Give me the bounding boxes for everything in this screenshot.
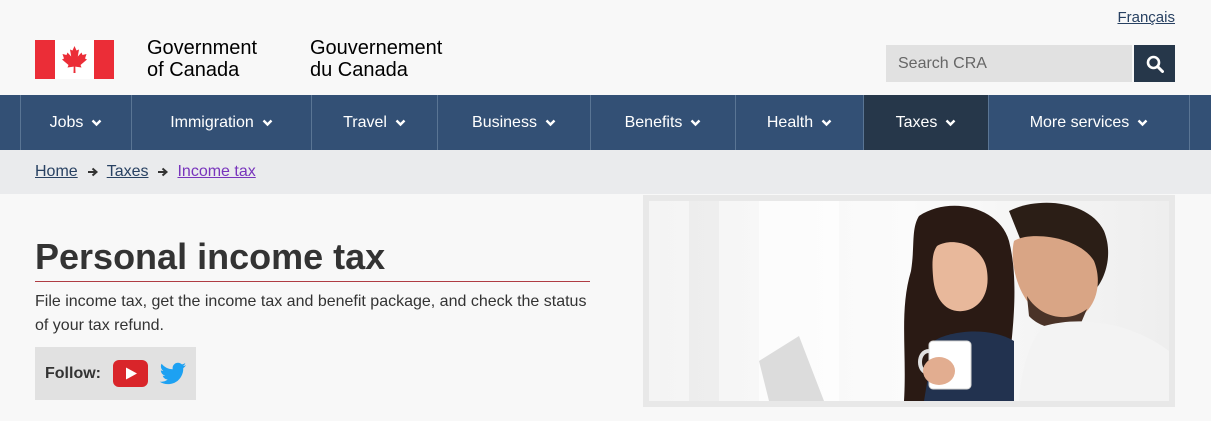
menu-item-label: More services — [1029, 113, 1130, 131]
main-menu: Jobs Immigration Travel Business Benefit… — [0, 95, 1211, 150]
follow-bar: Follow: — [35, 347, 196, 400]
site-header: Government of Canada Gouvernement du Can… — [0, 0, 1211, 95]
chevron-down-icon — [91, 119, 102, 127]
hero-image — [649, 201, 1169, 401]
government-of-canada-wordmark-fr[interactable]: Gouvernement du Canada — [310, 37, 442, 81]
menu-item-health[interactable]: Health — [736, 95, 864, 150]
menu-item-label: Jobs — [49, 113, 84, 131]
chevron-down-icon — [945, 119, 956, 127]
hero-image-frame — [643, 195, 1175, 407]
menu-item-label: Benefits — [624, 113, 683, 131]
search-input[interactable] — [886, 45, 1132, 82]
chevron-down-icon — [690, 119, 701, 127]
canada-flag-icon[interactable] — [35, 40, 114, 79]
page-description: File income tax, get the income tax and … — [35, 293, 587, 334]
page-title: Personal income tax — [35, 236, 386, 277]
search-button[interactable] — [1134, 45, 1175, 82]
arrow-right-icon — [87, 167, 99, 177]
main-content: Personal income tax File income tax, get… — [0, 194, 1211, 421]
chevron-down-icon — [821, 119, 832, 127]
breadcrumb-home[interactable]: Home — [35, 163, 78, 181]
menu-item-label: Health — [766, 113, 814, 131]
gov-fr-line1: Gouvernement — [310, 37, 443, 59]
chevron-down-icon — [262, 119, 273, 127]
menu-item-benefits[interactable]: Benefits — [591, 95, 736, 150]
menu-item-label: Taxes — [895, 113, 938, 131]
twitter-icon[interactable] — [159, 362, 187, 386]
chevron-down-icon — [545, 119, 556, 127]
title-underline — [35, 281, 590, 282]
breadcrumb-taxes[interactable]: Taxes — [107, 163, 149, 181]
follow-label: Follow: — [45, 364, 101, 382]
menu-item-more-services[interactable]: More services — [989, 95, 1190, 150]
breadcrumb: Home Taxes Income tax — [0, 150, 1211, 194]
chevron-down-icon — [395, 119, 406, 127]
youtube-icon[interactable] — [112, 360, 148, 387]
government-of-canada-wordmark-en[interactable]: Government of Canada — [147, 37, 257, 81]
gov-en-line2: of Canada — [147, 59, 240, 81]
menu-item-label: Travel — [343, 113, 387, 131]
breadcrumb-income-tax[interactable]: Income tax — [177, 163, 255, 181]
menu-item-travel[interactable]: Travel — [312, 95, 438, 150]
language-toggle-link[interactable]: Français — [1117, 9, 1175, 26]
gov-fr-line2: du Canada — [310, 59, 408, 81]
gov-en-line1: Government — [147, 37, 258, 59]
menu-item-label: Business — [472, 113, 537, 131]
search-icon — [1146, 55, 1164, 73]
menu-item-taxes[interactable]: Taxes — [864, 95, 989, 150]
menu-item-business[interactable]: Business — [438, 95, 591, 150]
menu-item-immigration[interactable]: Immigration — [132, 95, 312, 150]
search-form — [886, 45, 1175, 82]
chevron-down-icon — [1137, 119, 1148, 127]
menu-item-label: Immigration — [170, 113, 254, 131]
menu-item-jobs[interactable]: Jobs — [20, 95, 132, 150]
arrow-right-icon — [158, 167, 169, 177]
